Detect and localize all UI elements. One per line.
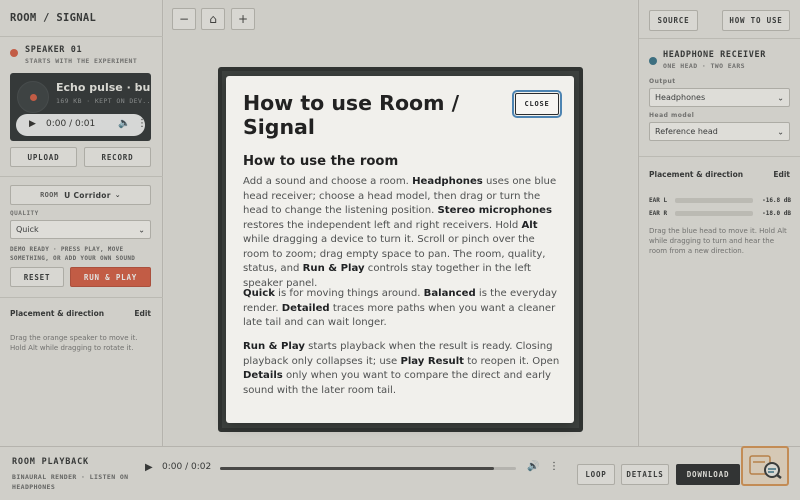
dialog-paragraph-2: Quick is for moving things around. Balan… [243,288,558,328]
dialog-title: How to use Room / Signal [243,91,460,139]
how-to-use-dialog: How to use Room / Signal CLOSE How to us… [226,76,574,423]
dialog-subtitle: How to use the room [243,154,399,169]
close-button[interactable]: CLOSE [512,90,562,118]
dialog-paragraph-3: Run & Play starts playback when the resu… [243,341,560,396]
dialog-paragraph-1: Add a sound and choose a room. Headphone… [243,176,557,289]
